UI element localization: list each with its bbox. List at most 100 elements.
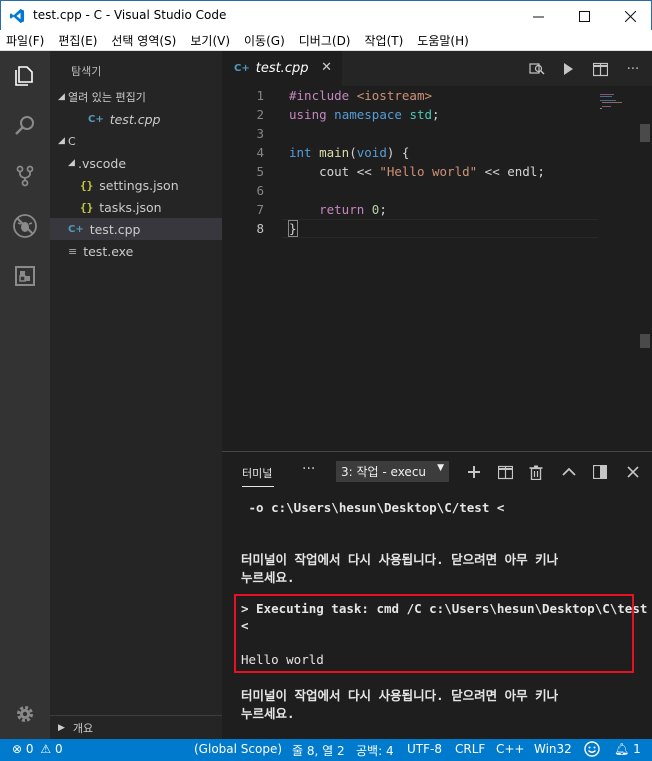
editor-scrollbar[interactable] — [640, 124, 650, 142]
language-mode[interactable]: C++ — [496, 742, 525, 756]
outline-section-header[interactable]: ▶ 개요 — [50, 715, 222, 739]
feedback-smiley-icon[interactable] — [584, 741, 600, 760]
code-line-1: #include <iostream> — [289, 88, 432, 103]
menu-help[interactable]: 도움말(H) — [415, 32, 471, 49]
json-file-icon: {} — [80, 200, 94, 214]
menu-file[interactable]: 파일(F) — [4, 32, 46, 49]
close-tab-icon[interactable]: ✕ — [321, 60, 332, 75]
open-changes-icon[interactable] — [527, 59, 547, 79]
explorer-icon[interactable] — [0, 51, 50, 101]
line-number: 2 — [256, 107, 264, 122]
tree-file-tasks-json[interactable]: {} tasks.json — [50, 196, 222, 218]
terminal-line: 누르세요. — [241, 706, 295, 721]
menu-tasks[interactable]: 작업(T) — [363, 32, 406, 49]
source-control-icon[interactable] — [0, 151, 50, 201]
tree-file-settings-json[interactable]: {} settings.json — [50, 174, 222, 196]
menu-go[interactable]: 이동(G) — [242, 32, 287, 49]
notifications[interactable]: 🔔︎ 1 — [614, 742, 641, 756]
menu-edit[interactable]: 편집(E) — [56, 32, 99, 49]
tree-file-test-cpp[interactable]: C+ test.cpp — [50, 218, 222, 240]
problems-indicator[interactable]: ⊗ 0 ⚠ 0 — [12, 742, 63, 756]
open-editors-header[interactable]: ◢ 열려 있는 편집기 — [50, 86, 222, 108]
error-icon: ⊗ — [12, 742, 23, 756]
expanded-arrow-icon: ◢ — [68, 158, 75, 168]
panel-header: 터미널 ··· 3: 작업 - execu ▼ — [222, 452, 652, 490]
title-bar: test.cpp - C - Visual Studio Code — [0, 0, 652, 30]
close-window-button[interactable] — [607, 1, 652, 31]
warning-icon: ⚠ — [40, 742, 52, 756]
cpp-file-icon: C+ — [68, 223, 84, 235]
code-line-8: } — [288, 220, 298, 237]
explorer-title: 탐색기 — [71, 65, 102, 78]
code-line-5: cout << "Hello world" << endl; — [289, 164, 545, 179]
line-number: 1 — [256, 88, 264, 103]
window-title: test.cpp - C - Visual Studio Code — [33, 8, 227, 22]
menu-debug[interactable]: 디버그(D) — [297, 32, 353, 49]
menu-bar: 파일(F) 편집(E) 선택 영역(S) 보기(V) 이동(G) 디버그(D) … — [0, 30, 652, 51]
line-number: 6 — [256, 183, 264, 198]
expanded-arrow-icon: ◢ — [58, 136, 65, 146]
line-number: 7 — [256, 202, 264, 217]
debug-icon[interactable] — [0, 201, 50, 251]
vscode-logo-icon — [9, 8, 25, 24]
folder-header[interactable]: ◢ C — [50, 130, 222, 152]
line-number: 8 — [256, 221, 264, 236]
cpp-file-icon: C+ — [88, 113, 104, 125]
tab-test-cpp[interactable]: C+ test.cpp ✕ — [222, 51, 342, 86]
platform[interactable]: Win32 — [534, 742, 572, 756]
open-editor-item[interactable]: C+ test.cpp — [50, 108, 222, 130]
cpp-file-icon: C+ — [234, 63, 250, 74]
explorer-sidebar: 탐색기 ◢ 열려 있는 편집기 C+ test.cpp ◢ C ◢ .vscod… — [50, 51, 222, 739]
line-number: 4 — [256, 145, 264, 160]
menu-selection[interactable]: 선택 영역(S) — [109, 32, 178, 49]
more-actions-icon[interactable]: ··· — [623, 59, 643, 79]
line-number: 3 — [256, 126, 264, 141]
terminal-line: 누르세요. — [241, 570, 295, 585]
scope-indicator[interactable]: (Global Scope) — [194, 742, 282, 756]
tree-file-test-exe[interactable]: ≡ test.exe — [50, 240, 222, 262]
minimize-button[interactable] — [515, 1, 561, 31]
minimap[interactable] — [600, 94, 630, 112]
terminal-panel: 터미널 ··· 3: 작업 - execu ▼ -o c:\Users\hesu… — [222, 451, 652, 739]
close-panel-icon[interactable] — [623, 462, 643, 482]
bell-icon: 🔔︎ — [614, 742, 630, 756]
run-icon[interactable] — [558, 59, 578, 79]
line-number: 5 — [256, 164, 264, 179]
json-file-icon: {} — [80, 178, 94, 192]
code-editor[interactable]: 1 2 3 4 5 6 7 8 #include <iostream> usin… — [222, 86, 652, 451]
new-terminal-icon[interactable] — [464, 462, 484, 482]
trash-icon[interactable] — [526, 462, 546, 482]
code-line-2: using namespace std; — [289, 107, 440, 122]
editor-tabs-bar: C+ test.cpp ✕ ··· — [222, 51, 652, 86]
code-line-7: return 0; — [289, 202, 387, 217]
activity-bar — [0, 51, 50, 739]
active-tab-underline — [242, 486, 274, 487]
end-of-line[interactable]: CRLF — [455, 742, 485, 756]
maximize-panel-icon[interactable] — [590, 462, 610, 482]
menu-view[interactable]: 보기(V) — [188, 32, 232, 49]
tab-terminal[interactable]: 터미널 — [242, 465, 272, 481]
terminal-select[interactable]: 3: 작업 - execu ▼ — [336, 461, 449, 482]
status-bar: ⊗ 0 ⚠ 0 (Global Scope) 줄 8, 열 2 공백: 4 UT… — [0, 739, 652, 761]
code-line-4: int main(void) { — [289, 145, 410, 160]
terminal-line: 터미널이 작업에서 다시 사용됩니다. 닫으려면 아무 키나 — [241, 552, 559, 567]
file-lines-icon: ≡ — [68, 244, 78, 258]
search-icon[interactable] — [0, 101, 50, 151]
tree-folder-vscode[interactable]: ◢ .vscode — [50, 152, 222, 174]
collapsed-arrow-icon: ▶ — [58, 722, 65, 733]
extensions-icon[interactable] — [0, 251, 50, 301]
encoding[interactable]: UTF-8 — [407, 742, 442, 756]
terminal-line: 터미널이 작업에서 다시 사용됩니다. 닫으려면 아무 키나 — [241, 688, 559, 703]
terminal-line: -o c:\Users\hesun\Desktop\C/test < — [241, 500, 505, 515]
dropdown-arrow-icon: ▼ — [437, 463, 444, 473]
settings-gear-icon[interactable] — [0, 689, 50, 739]
expanded-arrow-icon: ◢ — [58, 92, 65, 102]
panel-more-icon[interactable]: ··· — [302, 461, 315, 477]
cursor-position[interactable]: 줄 8, 열 2 — [292, 742, 345, 759]
split-editor-icon[interactable] — [590, 59, 610, 79]
indentation[interactable]: 공백: 4 — [356, 742, 394, 759]
maximize-button[interactable] — [561, 1, 607, 31]
highlight-box — [234, 594, 634, 673]
split-terminal-icon[interactable] — [495, 462, 515, 482]
chevron-up-icon[interactable] — [559, 462, 579, 482]
